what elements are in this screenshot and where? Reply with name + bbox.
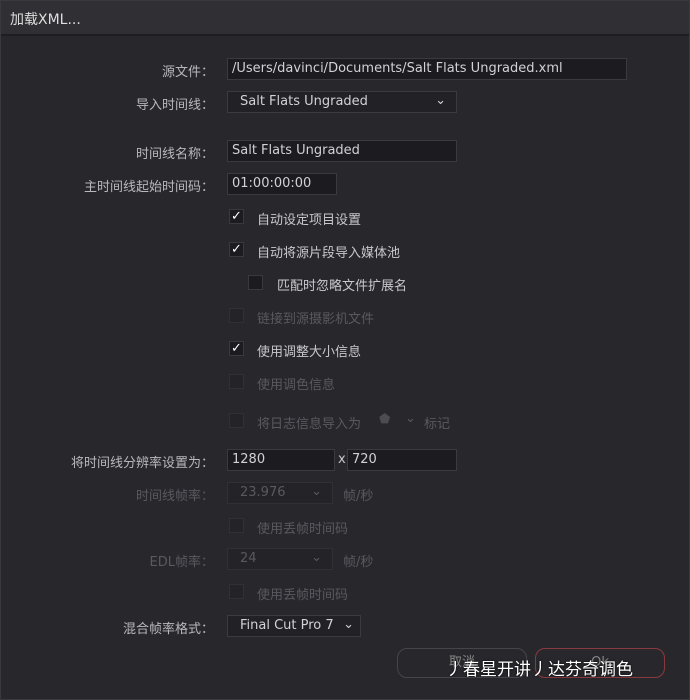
watermark: 丿春星开讲丿达芬奇调色 xyxy=(446,660,633,680)
checkbox-label: 链接到源摄影机文件 xyxy=(257,312,375,327)
chevron-down-icon: ⌄ xyxy=(311,550,322,565)
checkbox-label: 将日志信息导入为 xyxy=(257,417,362,432)
checkbox-label: 使用丢帧时间码 xyxy=(257,522,349,537)
start-timecode-label: 主时间线起始时间码： xyxy=(83,180,214,195)
import-timeline-dropdown[interactable]: Salt Flats Ungraded ⌄ xyxy=(227,91,457,113)
mixed-fps-value: Final Cut Pro 7 xyxy=(240,618,334,633)
fps-unit: 帧/秒 xyxy=(343,555,374,570)
timeline-fps-label: 时间线帧率： xyxy=(135,489,214,504)
resolution-width-input[interactable]: 1280 xyxy=(227,449,335,471)
resolution-label: 将时间线分辨率设置为： xyxy=(70,456,214,471)
checkbox-label: 使用丢帧时间码 xyxy=(257,588,349,603)
dialog-title: 加载XML... xyxy=(10,12,81,28)
source-file-input[interactable]: /Users/davinci/Documents/Salt Flats Ungr… xyxy=(227,58,627,80)
marker-label: 标记 xyxy=(424,417,451,432)
timeline-fps-value: 23.976 xyxy=(240,485,286,500)
checkbox-import-media-pool[interactable]: ✓ xyxy=(229,242,244,257)
checkbox-drop-frame-edl[interactable] xyxy=(229,584,244,599)
checkbox-label: 使用调色信息 xyxy=(257,378,336,393)
checkbox-use-sizing[interactable]: ✓ xyxy=(229,341,244,356)
chevron-down-icon: ⌄ xyxy=(311,484,322,499)
import-timeline-label: 导入时间线： xyxy=(135,98,214,113)
start-timecode-input[interactable]: 01:00:00:00 xyxy=(227,173,337,195)
load-xml-dialog: 加载XML... 源文件： /Users/davinci/Documents/S… xyxy=(0,0,690,700)
checkbox-drop-frame-timeline[interactable] xyxy=(229,518,244,533)
fps-unit: 帧/秒 xyxy=(343,489,374,504)
chevron-down-icon: ⌄ xyxy=(343,617,354,632)
mixed-fps-label: 混合帧率格式： xyxy=(122,622,214,637)
timeline-name-input[interactable]: Salt Flats Ungraded xyxy=(227,140,457,162)
chevron-down-icon: ⌄ xyxy=(435,93,446,108)
marker-icon[interactable]: ⬟ xyxy=(379,412,390,427)
checkbox-label: 自动将源片段导入媒体池 xyxy=(257,246,401,261)
edl-fps-dropdown[interactable]: 24 ⌄ xyxy=(227,548,333,570)
source-file-label: 源文件： xyxy=(161,65,214,80)
import-timeline-value: Salt Flats Ungraded xyxy=(240,94,368,109)
checkbox-link-camera-files[interactable] xyxy=(229,308,244,323)
checkbox-ignore-extension[interactable] xyxy=(248,275,263,290)
resolution-separator: x xyxy=(338,452,346,467)
timeline-name-label: 时间线名称： xyxy=(135,147,214,162)
checkbox-label: 匹配时忽略文件扩展名 xyxy=(277,279,408,294)
edl-fps-value: 24 xyxy=(240,551,257,566)
timeline-fps-dropdown[interactable]: 23.976 ⌄ xyxy=(227,482,333,504)
chevron-down-icon[interactable]: ⌄ xyxy=(405,411,416,426)
checkbox-label: 自动设定项目设置 xyxy=(257,213,362,228)
checkbox-label: 使用调整大小信息 xyxy=(257,345,362,360)
title-bar: 加载XML... xyxy=(1,1,689,36)
edl-fps-label: EDL帧率： xyxy=(149,555,214,570)
mixed-fps-dropdown[interactable]: Final Cut Pro 7 ⌄ xyxy=(227,615,361,637)
checkbox-auto-project-settings[interactable]: ✓ xyxy=(229,209,244,224)
checkbox-import-log[interactable] xyxy=(229,413,244,428)
resolution-height-input[interactable]: 720 xyxy=(347,449,457,471)
checkbox-use-color[interactable] xyxy=(229,374,244,389)
